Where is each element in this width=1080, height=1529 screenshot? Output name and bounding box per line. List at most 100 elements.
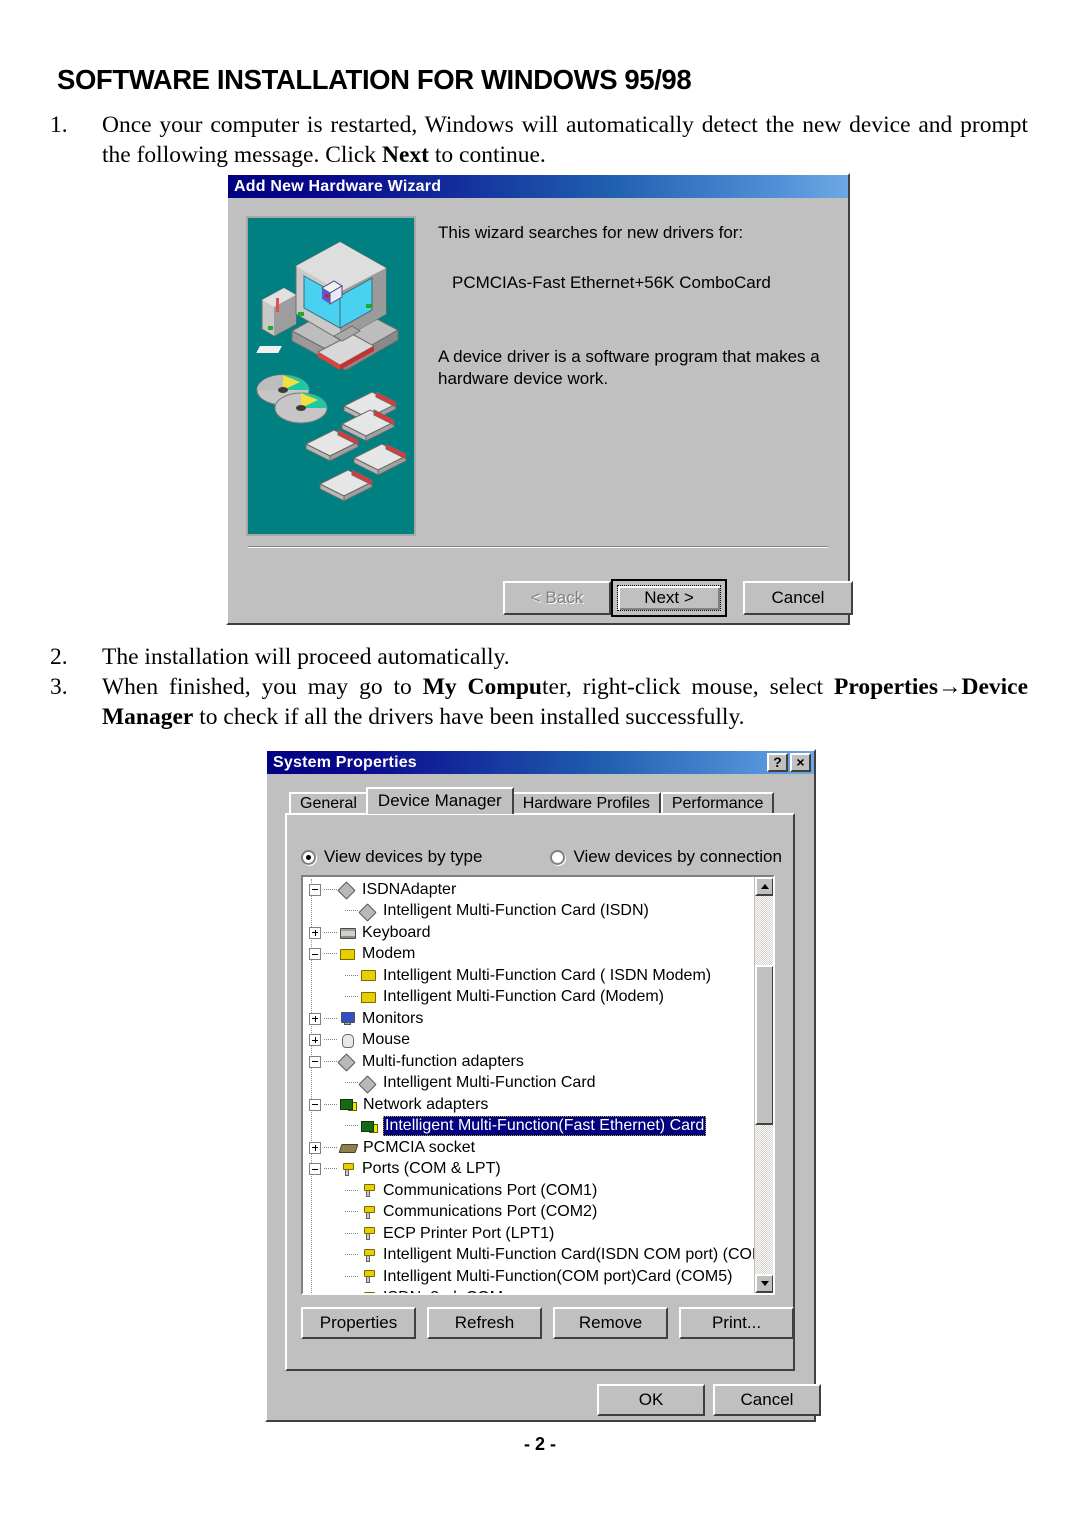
wizard-next-button[interactable]: Next > xyxy=(611,579,727,617)
radio-view-by-connection-label: View devices by connection xyxy=(573,847,782,866)
device-tree-item[interactable]: Modem xyxy=(305,944,745,966)
step-3-text-part2: ter, right-click mouse, select xyxy=(542,674,834,700)
step-3-text: When finished, you may go to My Computer… xyxy=(102,672,1028,732)
device-tree-item[interactable]: Intelligent Multi-Function Card(ISDN COM… xyxy=(305,1245,773,1267)
step-1-text: Once your computer is restarted, Windows… xyxy=(102,110,1028,170)
device-tree-item[interactable]: ISDN_2nd_COM xyxy=(305,1288,745,1293)
device-tree-list: ISDNAdapter Intelligent Multi-Function Ca… xyxy=(303,879,773,1293)
radio-view-by-type[interactable]: View devices by type xyxy=(301,847,482,867)
wizard-cancel-button[interactable]: Cancel xyxy=(743,581,853,615)
device-tree-item[interactable]: Network adapters xyxy=(305,1094,745,1116)
device-tree-item[interactable]: PCMCIA socket xyxy=(305,1137,745,1159)
step-3-number: 3. xyxy=(50,674,68,700)
step-1-bold-next: Next xyxy=(382,142,429,168)
port-icon xyxy=(360,1268,377,1285)
device-tree-item[interactable]: Intelligent Multi-Function(COM port)Card… xyxy=(305,1266,745,1288)
scroll-up-icon[interactable] xyxy=(755,877,773,896)
collapse-icon[interactable] xyxy=(309,1098,321,1111)
device-tree-item[interactable]: ISDNAdapter xyxy=(305,879,745,901)
device-tree-item[interactable]: Monitors xyxy=(305,1008,745,1030)
tab-performance[interactable]: Performance xyxy=(660,792,775,814)
step-2-number: 2. xyxy=(50,644,68,670)
device-tree-item-label: Communications Port (COM1) xyxy=(383,1181,598,1199)
system-properties-dialog[interactable]: System Properties ? × General Device Man… xyxy=(265,749,821,1422)
device-tree-listbox[interactable]: ISDNAdapter Intelligent Multi-Function Ca… xyxy=(301,875,775,1295)
wizard-line-3: A device driver is a software program th… xyxy=(438,347,820,388)
diamond-icon xyxy=(339,881,356,898)
system-properties-tabstrip: General Device Manager Hardware Profiles… xyxy=(289,787,775,814)
titlebar-button-group: ? × xyxy=(767,753,811,772)
device-manager-panel: View devices by type View devices by con… xyxy=(285,813,795,1371)
device-tree-scrollbar[interactable] xyxy=(754,877,773,1293)
device-tree-item-label: Modem xyxy=(362,945,416,963)
radio-button-icon[interactable] xyxy=(301,849,316,865)
monitor-icon xyxy=(339,1010,356,1027)
device-tree-item-label: Mouse xyxy=(362,1031,411,1049)
collapse-icon[interactable] xyxy=(309,948,321,961)
scroll-down-icon[interactable] xyxy=(755,1274,773,1293)
port-icon xyxy=(360,1204,377,1221)
device-tree-item-label: ISDNAdapter xyxy=(362,880,457,898)
expand-icon[interactable] xyxy=(309,1012,321,1025)
step-3-text-part1: When finished, you may go to xyxy=(102,674,423,700)
radio-view-by-connection[interactable]: View devices by connection xyxy=(550,847,782,867)
device-tree-item[interactable]: Keyboard xyxy=(305,922,745,944)
device-tree-item-label: Keyboard xyxy=(362,923,431,941)
device-manager-action-buttons: Properties Refresh Remove Print... xyxy=(301,1307,794,1339)
tab-general[interactable]: General xyxy=(289,792,368,814)
add-new-hardware-wizard-dialog[interactable]: Add New Hardware Wizard This wizard sear… xyxy=(226,173,853,625)
remove-button[interactable]: Remove xyxy=(553,1307,668,1339)
properties-button[interactable]: Properties xyxy=(301,1307,416,1339)
device-tree-item[interactable]: Communications Port (COM2) xyxy=(305,1202,745,1224)
collapse-icon[interactable] xyxy=(309,883,321,896)
device-tree-item[interactable]: Intelligent Multi-Function Card (Modem) xyxy=(305,987,745,1009)
device-tree-item-label: Intelligent Multi-Function(COM port)Card… xyxy=(383,1267,733,1285)
device-tree-item[interactable]: Intelligent Multi-Function(Fast Ethernet… xyxy=(305,1116,745,1138)
view-mode-radio-group: View devices by type View devices by con… xyxy=(301,847,782,867)
device-tree-item[interactable]: Communications Port (COM1) xyxy=(305,1180,745,1202)
page-title: SOFTWARE INSTALLATION FOR WINDOWS 95/98 xyxy=(57,64,692,95)
device-tree-item-label: Intelligent Multi-Function(Fast Ethernet… xyxy=(383,1116,707,1137)
tree-connector xyxy=(345,1189,358,1192)
device-tree-item-label: Network adapters xyxy=(363,1095,489,1113)
wizard-title: Add New Hardware Wizard xyxy=(234,177,442,195)
device-tree-item-label: Intelligent Multi-Function Card(ISDN COM… xyxy=(383,1246,775,1264)
document-page: SOFTWARE INSTALLATION FOR WINDOWS 95/98 … xyxy=(0,0,1080,1529)
tree-connector xyxy=(324,1146,337,1149)
device-tree-item[interactable]: Intelligent Multi-Function Card xyxy=(305,1073,745,1095)
device-tree-item[interactable]: Multi-function adapters xyxy=(305,1051,745,1073)
collapse-icon[interactable] xyxy=(309,1163,321,1176)
device-tree-item[interactable]: Intelligent Multi-Function Card (ISDN) xyxy=(305,901,745,923)
tab-device-manager[interactable]: Device Manager xyxy=(365,787,514,814)
cancel-button[interactable]: Cancel xyxy=(713,1384,821,1416)
print-button[interactable]: Print... xyxy=(679,1307,794,1339)
radio-view-by-type-label: View devices by type xyxy=(324,847,483,866)
step-3-text-part3: to check if all the drivers have been in… xyxy=(193,704,745,730)
port-icon xyxy=(360,1225,377,1242)
step-2-paragraph: 2. The installation will proceed automat… xyxy=(50,642,1028,672)
port-icon xyxy=(360,1182,377,1199)
collapse-icon[interactable] xyxy=(309,1055,321,1068)
device-tree-item-label: Intelligent Multi-Function Card (Modem) xyxy=(383,988,664,1006)
help-icon[interactable]: ? xyxy=(767,753,788,772)
device-tree-item[interactable]: Ports (COM & LPT) xyxy=(305,1159,745,1181)
device-tree-item-label: Communications Port (COM2) xyxy=(383,1203,598,1221)
close-icon[interactable]: × xyxy=(790,753,811,772)
expand-icon[interactable] xyxy=(309,1034,321,1047)
device-tree-item[interactable]: ECP Printer Port (LPT1) xyxy=(305,1223,745,1245)
computer-and-cards-illustration xyxy=(256,241,408,502)
device-tree-item-label: ECP Printer Port (LPT1) xyxy=(383,1224,555,1242)
tree-connector xyxy=(324,888,337,891)
scrollbar-thumb[interactable] xyxy=(755,965,773,1125)
ok-button[interactable]: OK xyxy=(597,1384,705,1416)
device-tree-item[interactable]: Mouse xyxy=(305,1030,745,1052)
wizard-back-button[interactable]: < Back xyxy=(503,581,611,615)
radio-button-icon[interactable] xyxy=(550,849,566,865)
tab-hardware-profiles[interactable]: Hardware Profiles xyxy=(511,792,661,814)
system-properties-title: System Properties xyxy=(273,753,417,771)
device-tree-item[interactable]: Intelligent Multi-Function Card ( ISDN M… xyxy=(305,965,745,987)
expand-icon[interactable] xyxy=(309,926,321,939)
system-properties-body: General Device Manager Hardware Profiles… xyxy=(267,774,821,1420)
expand-icon[interactable] xyxy=(309,1141,321,1154)
refresh-button[interactable]: Refresh xyxy=(427,1307,542,1339)
